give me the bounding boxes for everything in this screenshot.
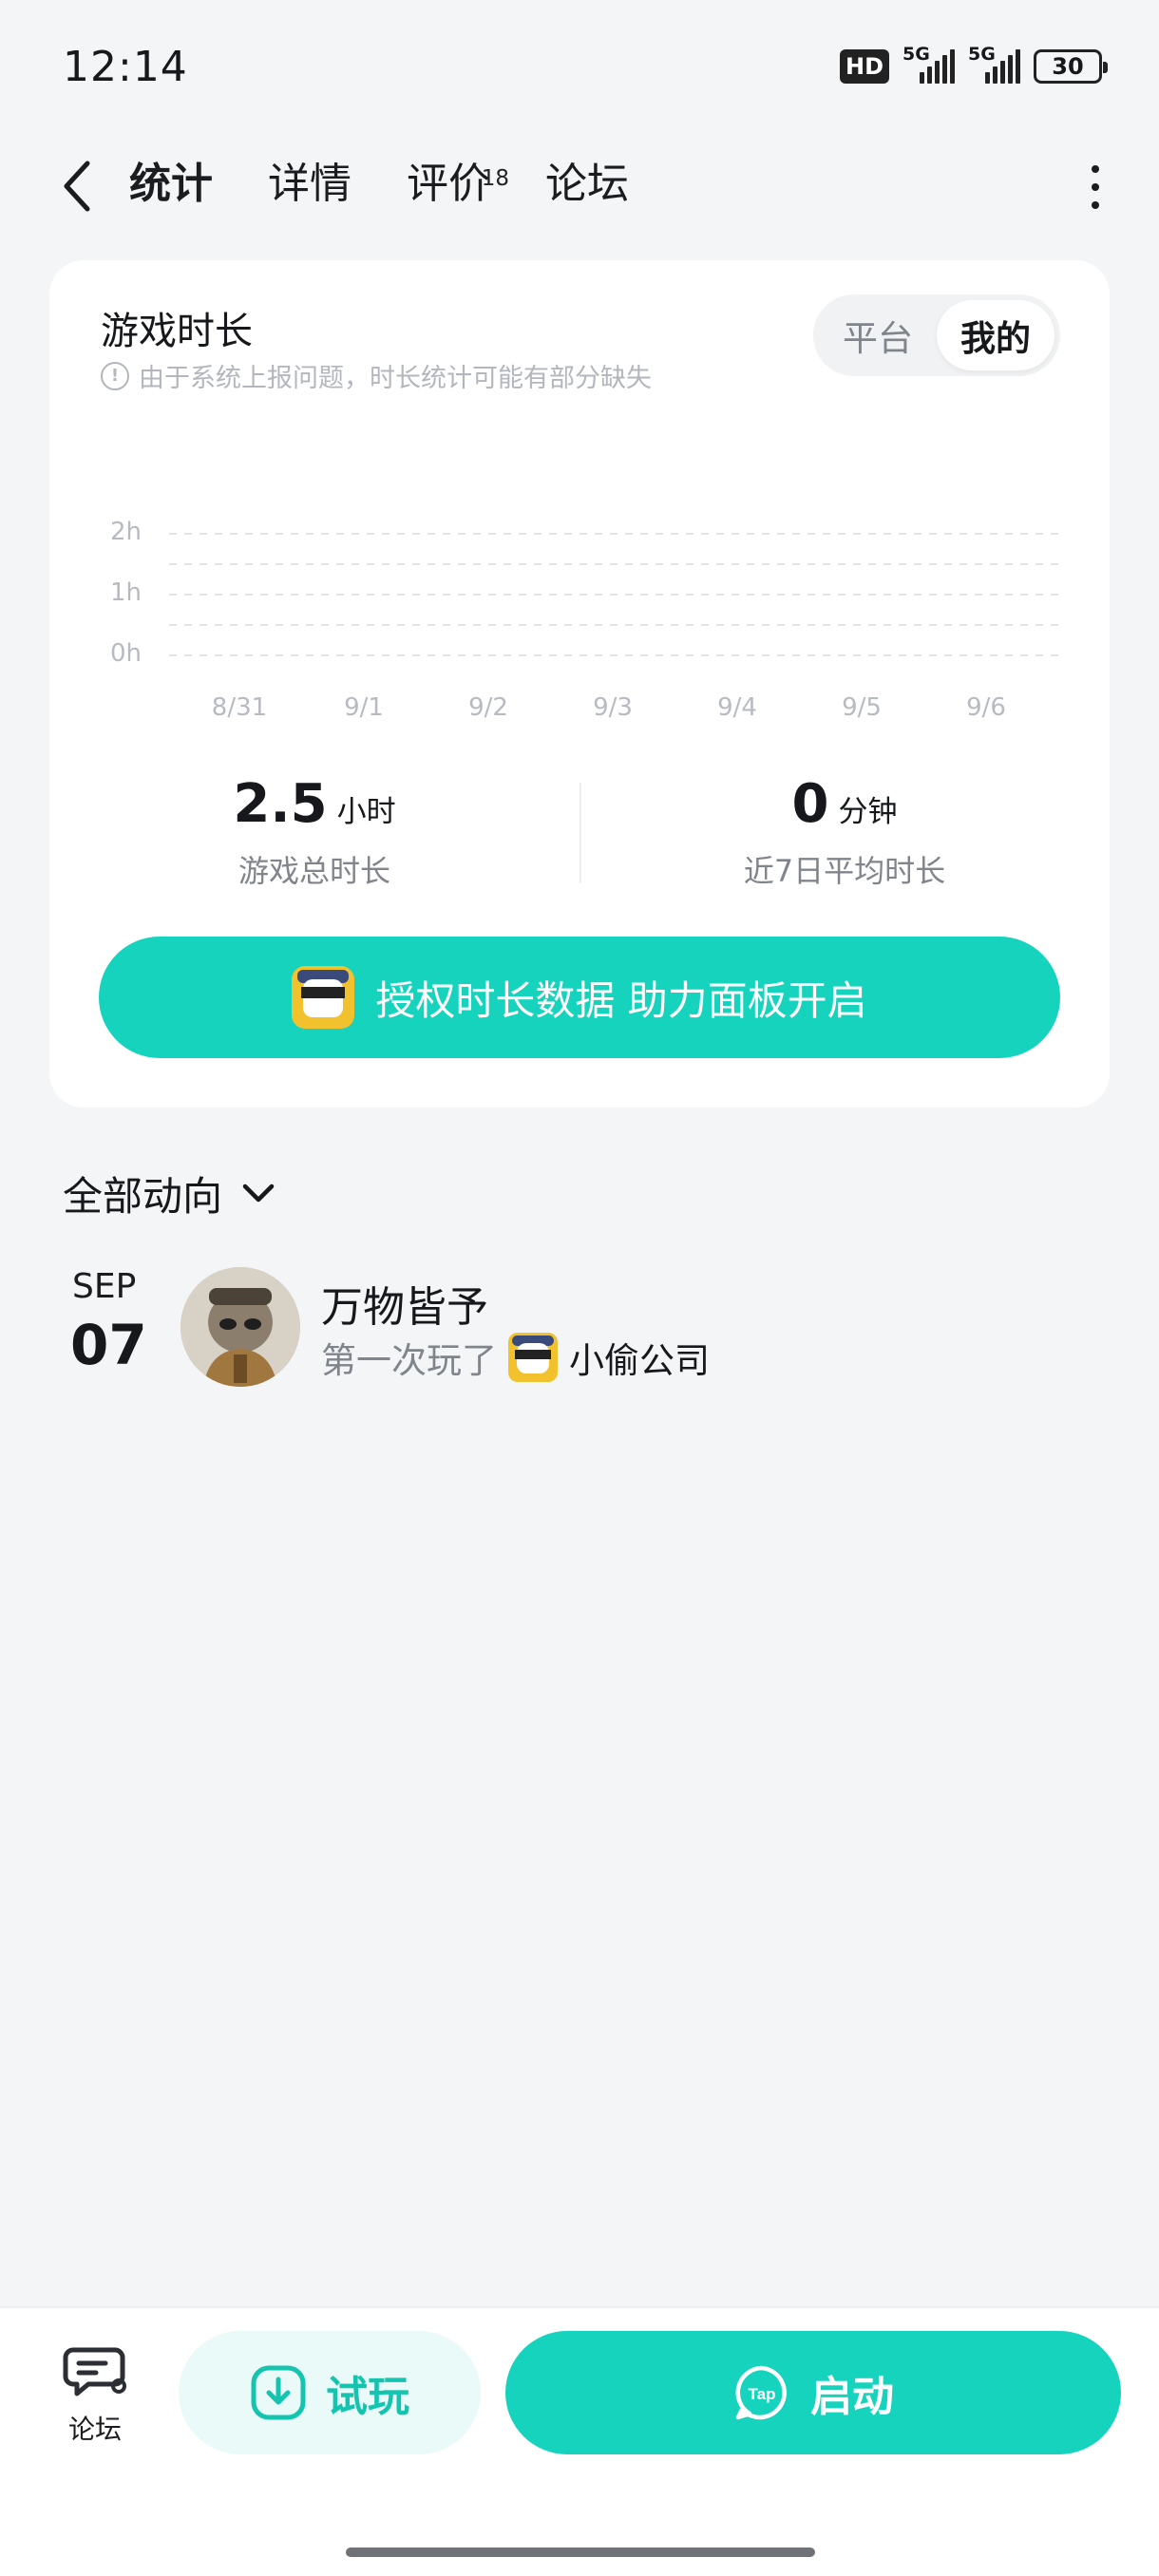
list-item[interactable]: SEP 07 万物皆予 第一次玩了 小偷公司	[0, 1263, 1159, 1396]
status-icons: HD 5G 5G 30	[839, 44, 1108, 84]
activity-day: 07	[70, 1313, 147, 1377]
playtime-chart: 2h 1h 0h 8/31 9/1 9/2 9/3 9/4 9/5 9/6	[49, 441, 1110, 1011]
stat-total: 2.5 小时 游戏总时长	[49, 773, 580, 897]
avatar-image	[180, 1267, 300, 1387]
stat-weekly-average: 0 分钟 近7日平均时长	[580, 773, 1110, 897]
tab-bar: 统计 详情 评价 18 论坛	[127, 154, 629, 215]
stat-value: 0	[791, 773, 829, 835]
tab-label: 详情	[268, 160, 352, 208]
stat-unit: 分钟	[838, 795, 898, 829]
x-tick-label: 9/6	[966, 693, 1006, 722]
status-time: 12:14	[63, 42, 188, 91]
svg-text:Tap: Tap	[749, 2385, 776, 2403]
activity-month: SEP	[72, 1267, 137, 1306]
data-missing-note: ! 由于系统上报问题，时长统计可能有部分缺失	[101, 357, 652, 394]
bottom-action-bar: 论坛 试玩 Tap 启动	[0, 2306, 1159, 2576]
tab-details[interactable]: 详情	[268, 154, 352, 215]
scope-toggle: 平台 我的	[813, 294, 1060, 376]
activity-description: 第一次玩了 小偷公司	[321, 1332, 710, 1383]
more-options-button[interactable]	[1081, 165, 1110, 209]
stat-label: 游戏总时长	[238, 853, 390, 889]
network-type-label: 5G	[902, 44, 930, 65]
activity-filter-dropdown[interactable]: 全部动向	[63, 1165, 276, 1222]
note-text: 由于系统上报问题，时长统计可能有部分缺失	[139, 364, 652, 393]
back-button[interactable]	[55, 160, 103, 213]
game-icon	[292, 966, 355, 1029]
launch-button[interactable]: Tap 启动	[505, 2331, 1121, 2454]
y-tick-label: 0h	[110, 639, 142, 668]
signal-icon: 5G	[902, 44, 955, 84]
forum-label: 论坛	[67, 2414, 122, 2445]
authorize-playtime-button[interactable]: 授权时长数据 助力面板开启	[99, 937, 1060, 1058]
signal-icon: 5G	[968, 44, 1020, 84]
tab-statistics[interactable]: 统计	[127, 154, 215, 215]
user-name[interactable]: 万物皆予	[321, 1273, 488, 1334]
download-icon	[251, 2365, 306, 2420]
tab-label: 评价	[407, 160, 490, 208]
toggle-mine[interactable]: 我的	[937, 300, 1054, 370]
x-tick-label: 8/31	[211, 693, 268, 722]
battery-level: 30	[1052, 53, 1084, 80]
stat-unit: 小时	[336, 795, 396, 829]
x-tick-label: 9/5	[842, 693, 882, 722]
x-tick-label: 9/4	[717, 693, 757, 722]
more-dots-icon	[1092, 165, 1099, 173]
chevron-left-icon	[64, 161, 90, 212]
tap-logo-icon: Tap	[735, 2365, 787, 2420]
divider	[580, 783, 581, 883]
avatar[interactable]	[180, 1267, 300, 1387]
tab-label: 论坛	[545, 160, 629, 208]
home-indicator	[346, 2548, 815, 2557]
y-tick-label: 2h	[110, 518, 142, 546]
info-icon: !	[101, 361, 129, 390]
x-tick-label: 9/3	[593, 693, 633, 722]
playtime-card: 游戏时长 ! 由于系统上报问题，时长统计可能有部分缺失 平台 我的 2h 1h 0h…	[49, 260, 1110, 1108]
network-type-label: 5G	[968, 44, 996, 65]
tab-forum[interactable]: 论坛	[545, 154, 629, 215]
trial-label: 试玩	[326, 2373, 409, 2421]
top-nav: 统计 详情 评价 18 论坛	[0, 133, 1159, 237]
chat-bubble-icon	[63, 2347, 126, 2396]
tab-label: 统计	[129, 160, 213, 208]
activity-filter-label: 全部动向	[63, 1173, 223, 1220]
y-tick-label: 1h	[110, 578, 142, 607]
game-icon	[508, 1333, 558, 1382]
x-tick-label: 9/1	[344, 693, 384, 722]
card-title: 游戏时长	[101, 310, 253, 353]
toggle-platform[interactable]: 平台	[819, 300, 937, 370]
playtime-stats: 2.5 小时 游戏总时长 0 分钟 近7日平均时长	[49, 773, 1110, 897]
tab-reviews[interactable]: 评价 18	[407, 154, 509, 215]
status-bar: 12:14 HD 5G 5G 30	[0, 0, 1159, 133]
stat-label: 近7日平均时长	[743, 853, 946, 889]
battery-icon: 30	[1034, 49, 1108, 84]
authorize-button-label: 授权时长数据 助力面板开启	[375, 976, 867, 1024]
trial-play-button[interactable]: 试玩	[179, 2331, 481, 2454]
activity-verb: 第一次玩了	[321, 1340, 497, 1381]
launch-label: 启动	[810, 2373, 894, 2421]
hd-voice-icon: HD	[839, 49, 889, 84]
chevron-down-icon	[242, 1184, 275, 1202]
x-tick-label: 9/2	[468, 693, 508, 722]
chart-grid	[169, 533, 1060, 656]
stat-value: 2.5	[233, 773, 328, 835]
game-name-link[interactable]: 小偷公司	[569, 1332, 710, 1383]
forum-shortcut[interactable]: 论坛	[57, 2342, 133, 2447]
